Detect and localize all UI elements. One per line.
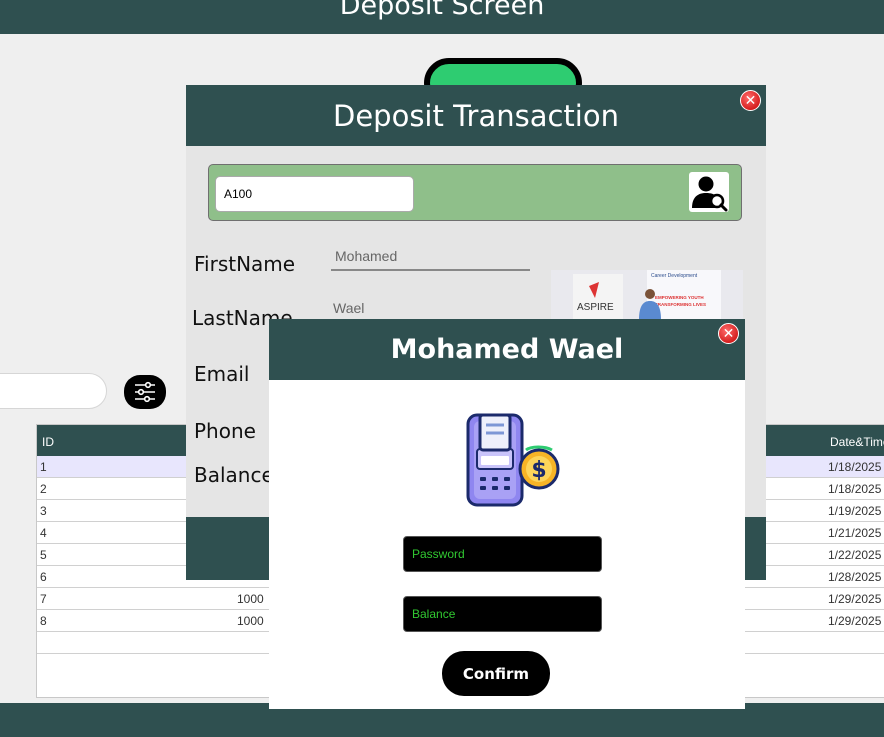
- cell-date: 1/21/2025: [828, 526, 882, 540]
- deposit-title: Deposit Transaction: [333, 99, 619, 133]
- screen-title: Deposit Screen: [339, 0, 545, 21]
- column-id: ID: [42, 435, 54, 449]
- deposit-header: Deposit Transaction ✕: [186, 85, 766, 146]
- cell-id: 3: [40, 504, 47, 518]
- screen-header: Deposit Screen: [0, 0, 884, 34]
- balance-field[interactable]: [403, 596, 602, 632]
- payment-terminal-icon: $: [466, 413, 560, 507]
- password-field[interactable]: [403, 536, 602, 572]
- find-client-button[interactable]: [689, 172, 729, 212]
- user-search-icon: [692, 176, 728, 212]
- filter-button[interactable]: [124, 375, 166, 409]
- cell-id: 4: [40, 526, 47, 540]
- cell-id: 6: [40, 570, 47, 584]
- label-phone: Phone: [194, 419, 256, 443]
- confirm-button[interactable]: Confirm: [442, 651, 550, 696]
- account-search-bar: [208, 164, 742, 221]
- cell-date: 1/19/2025: [828, 504, 882, 518]
- banner-text-2: EMPOWERING YOUTH: [655, 295, 704, 300]
- column-datetime: Date&Time: [830, 435, 884, 449]
- close-icon[interactable]: ✕: [718, 323, 739, 344]
- cell-amount: 1000: [237, 592, 264, 606]
- lastname-value[interactable]: Wael: [333, 300, 364, 316]
- cell-date: 1/29/2025: [828, 592, 882, 606]
- close-icon[interactable]: ✕: [740, 90, 761, 111]
- cell-amount: 1000: [237, 614, 264, 628]
- cell-id: 7: [40, 592, 47, 606]
- dialog-title: Mohamed Wael: [390, 334, 624, 365]
- sliders-icon: [135, 381, 155, 403]
- cell-id: 8: [40, 614, 47, 628]
- confirm-deposit-dialog: Mohamed Wael ✕ $ Confirm: [269, 319, 745, 709]
- cell-date: 1/29/2025: [828, 614, 882, 628]
- cell-date: 1/28/2025: [828, 570, 882, 584]
- label-email: Email: [194, 362, 250, 386]
- filter-input[interactable]: [0, 373, 107, 409]
- account-number-input[interactable]: [215, 176, 414, 212]
- brand-text: ASPIRE: [577, 302, 614, 313]
- cell-date: 1/18/2025: [828, 460, 882, 474]
- banner-text-1: Career Development: [651, 273, 698, 279]
- cell-date: 1/22/2025: [828, 548, 882, 562]
- label-balance: Balance: [194, 463, 274, 487]
- cell-id: 1: [40, 460, 47, 474]
- firstname-value[interactable]: Mohamed: [331, 245, 530, 271]
- banner-text-3: TRANSFORMING LIVES: [655, 302, 706, 307]
- svg-text:$: $: [531, 458, 546, 483]
- dialog-header: Mohamed Wael ✕: [269, 319, 745, 380]
- cell-date: 1/18/2025: [828, 482, 882, 496]
- client-photo: ASPIRE Career Development EMPOWERING YOU…: [551, 270, 743, 320]
- label-firstname: FirstName: [194, 252, 296, 276]
- cell-id: 2: [40, 482, 47, 496]
- cell-id: 5: [40, 548, 47, 562]
